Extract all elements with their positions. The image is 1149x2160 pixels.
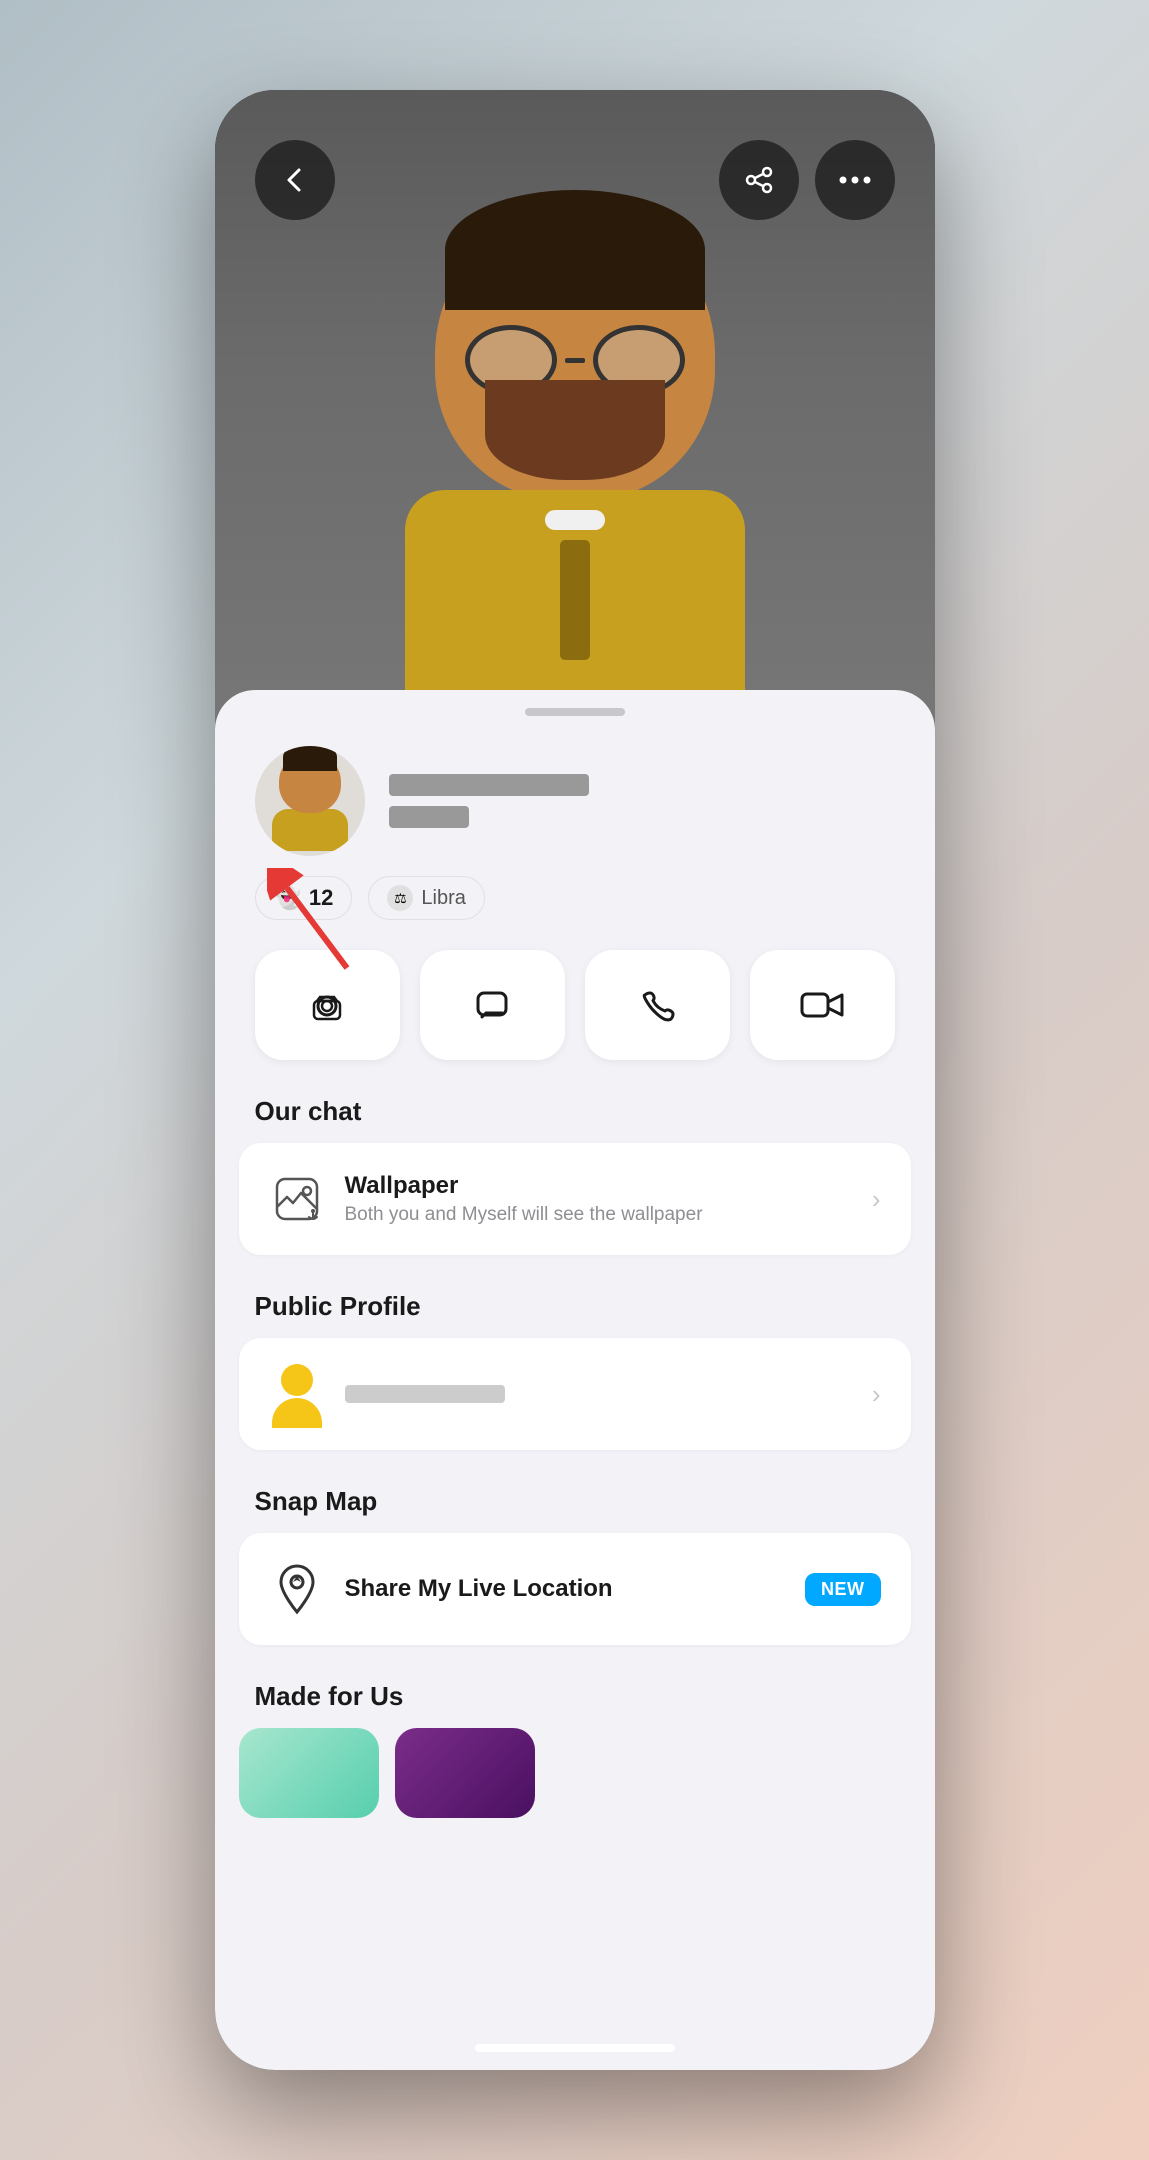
- wallpaper-item[interactable]: Wallpaper Both you and Myself will see t…: [239, 1143, 911, 1255]
- public-profile-icon: [269, 1366, 325, 1422]
- public-profile-content: [345, 1385, 852, 1403]
- bitmoji-beard: [485, 380, 665, 480]
- bitmoji-avatar-large: [365, 150, 785, 710]
- name-blur-1: [389, 774, 589, 796]
- back-button[interactable]: [255, 140, 335, 220]
- share-button[interactable]: [719, 140, 799, 220]
- share-location-title: Share My Live Location: [345, 1575, 786, 1603]
- video-button[interactable]: [750, 950, 895, 1060]
- avatar: [255, 746, 365, 856]
- mini-head: [279, 751, 341, 813]
- profile-info: [389, 774, 895, 828]
- content-panel: 👻 12 ⚖ Libra: [215, 690, 935, 2070]
- share-location-item[interactable]: Share My Live Location NEW: [239, 1533, 911, 1645]
- drag-handle[interactable]: [525, 708, 625, 716]
- yellow-head: [281, 1364, 313, 1396]
- home-bar: [475, 2044, 675, 2052]
- snap-map-header: Snap Map: [215, 1486, 935, 1533]
- wallpaper-subtitle: Both you and Myself will see the wallpap…: [345, 1204, 852, 1226]
- zodiac-badge[interactable]: ⚖ Libra: [368, 876, 484, 920]
- call-button[interactable]: [585, 950, 730, 1060]
- profile-section: [215, 716, 935, 876]
- public-profile-item[interactable]: ›: [239, 1338, 911, 1450]
- mini-body: [272, 809, 348, 851]
- wallpaper-icon: [269, 1171, 325, 1227]
- wallpaper-chevron: ›: [872, 1184, 881, 1215]
- chat-button[interactable]: [420, 950, 565, 1060]
- top-right-buttons: [719, 140, 895, 220]
- mini-bitmoji: [260, 751, 360, 851]
- wallpaper-title: Wallpaper: [345, 1172, 852, 1200]
- made-item-1[interactable]: [239, 1728, 379, 1818]
- location-icon: [269, 1561, 325, 1617]
- yellow-avatar: [272, 1364, 322, 1424]
- wallpaper-content: Wallpaper Both you and Myself will see t…: [345, 1172, 852, 1226]
- bitmoji-head: [435, 210, 715, 500]
- more-options-button[interactable]: [815, 140, 895, 220]
- public-profile-blur: [345, 1385, 505, 1403]
- made-for-us-items: [215, 1728, 935, 1818]
- blurred-name: [389, 774, 895, 828]
- badges-container: 👻 12 ⚖ Libra: [215, 876, 935, 950]
- glass-bridge: [565, 358, 585, 363]
- top-navigation: [215, 140, 935, 220]
- zodiac-icon: ⚖: [387, 885, 413, 911]
- our-chat-header: Our chat: [215, 1096, 935, 1143]
- new-badge: NEW: [805, 1573, 881, 1606]
- zodiac-label: Libra: [421, 887, 465, 910]
- bitmoji-body: [405, 490, 745, 710]
- share-location-content: Share My Live Location: [345, 1575, 786, 1603]
- avatar-background: [215, 90, 935, 770]
- phone-frame: 👻 12 ⚖ Libra: [215, 90, 935, 2070]
- public-profile-chevron: ›: [872, 1379, 881, 1410]
- made-item-2[interactable]: [395, 1728, 535, 1818]
- name-blur-2: [389, 806, 469, 828]
- yellow-body: [272, 1398, 322, 1428]
- red-arrow-annotation: [267, 868, 357, 978]
- public-profile-header: Public Profile: [215, 1291, 935, 1338]
- made-for-us-header: Made for Us: [215, 1681, 935, 1728]
